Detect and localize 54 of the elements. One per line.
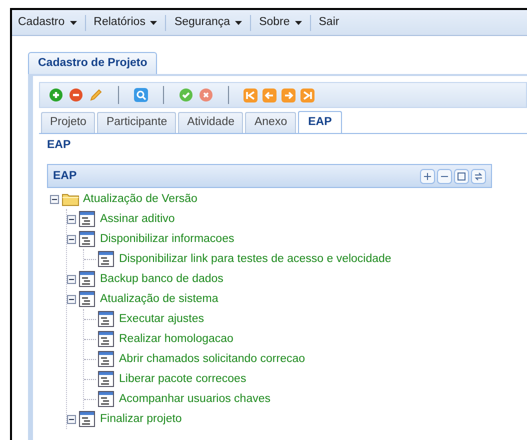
panel-title: EAP bbox=[53, 168, 77, 184]
caret-icon bbox=[70, 20, 77, 24]
add-icon[interactable] bbox=[49, 88, 63, 102]
task-list-icon bbox=[98, 311, 114, 328]
menu-item[interactable]: Cadastro bbox=[18, 14, 77, 32]
task-list-icon bbox=[98, 351, 114, 368]
task-list-icon bbox=[79, 231, 95, 248]
menu-item[interactable]: Sobre bbox=[259, 14, 302, 32]
tree-node-label[interactable]: Disponibilizar link para testes de acesso e velocidade bbox=[119, 250, 392, 268]
menu-item[interactable]: Relatórios bbox=[94, 14, 158, 32]
collapse-toggle[interactable] bbox=[67, 234, 76, 244]
caret-icon bbox=[150, 20, 158, 24]
remove-icon[interactable] bbox=[69, 88, 83, 102]
tree-node-label[interactable]: Realizar homologacao bbox=[119, 330, 234, 348]
tab[interactable]: Atividade bbox=[178, 112, 244, 133]
window-tab[interactable]: Cadastro de Projeto bbox=[28, 52, 158, 74]
save-icon[interactable] bbox=[454, 168, 469, 184]
task-list-icon bbox=[79, 291, 95, 308]
refresh-icon[interactable] bbox=[471, 168, 486, 184]
task-list-icon bbox=[79, 271, 95, 288]
task-list-icon bbox=[98, 251, 114, 268]
tab[interactable]: Participante bbox=[97, 112, 176, 133]
tree-node-label[interactable]: Executar ajustes bbox=[119, 310, 204, 328]
tree-node-label[interactable]: Acompanhar usuarios chaves bbox=[119, 390, 270, 408]
task-list-icon bbox=[79, 411, 95, 428]
collapse-toggle[interactable] bbox=[67, 274, 76, 284]
tab[interactable]: Projeto bbox=[41, 112, 96, 133]
folder-icon bbox=[62, 192, 79, 206]
collapse-toggle[interactable] bbox=[67, 414, 76, 424]
tab[interactable]: Anexo bbox=[245, 112, 296, 133]
tree-node-label[interactable]: Disponibilizar informacoes bbox=[100, 230, 234, 248]
tree-node-label[interactable]: Assinar aditivo bbox=[100, 210, 175, 228]
tree-node-label[interactable]: Atualização de sistema bbox=[100, 290, 218, 308]
tree-node-label[interactable]: Abrir chamados solicitando correcao bbox=[119, 350, 306, 368]
caret-icon bbox=[294, 20, 302, 24]
section-title: EAP bbox=[47, 138, 72, 153]
tree-node-label[interactable]: Finalizar projeto bbox=[100, 410, 182, 428]
collapse-toggle[interactable] bbox=[67, 214, 76, 224]
task-list-icon bbox=[98, 371, 114, 388]
menu-item[interactable]: Segurança bbox=[174, 14, 242, 32]
expand-all-icon[interactable] bbox=[420, 168, 435, 184]
task-list-icon bbox=[98, 331, 114, 348]
tab[interactable]: EAP bbox=[298, 111, 342, 133]
tree-node-label[interactable]: Atualização de Versão bbox=[83, 190, 198, 208]
caret-icon bbox=[235, 20, 242, 24]
collapse-toggle[interactable] bbox=[50, 194, 59, 204]
tree-node-label[interactable]: Backup banco de dados bbox=[100, 270, 224, 288]
collapse-all-icon[interactable] bbox=[437, 168, 452, 184]
menu-item[interactable]: Sair bbox=[318, 14, 340, 32]
collapse-toggle[interactable] bbox=[67, 294, 76, 304]
tree-node-label[interactable]: Liberar pacote correcoes bbox=[119, 370, 246, 388]
search-icon[interactable] bbox=[134, 88, 148, 102]
task-list-icon bbox=[98, 391, 114, 408]
task-list-icon bbox=[79, 211, 95, 228]
